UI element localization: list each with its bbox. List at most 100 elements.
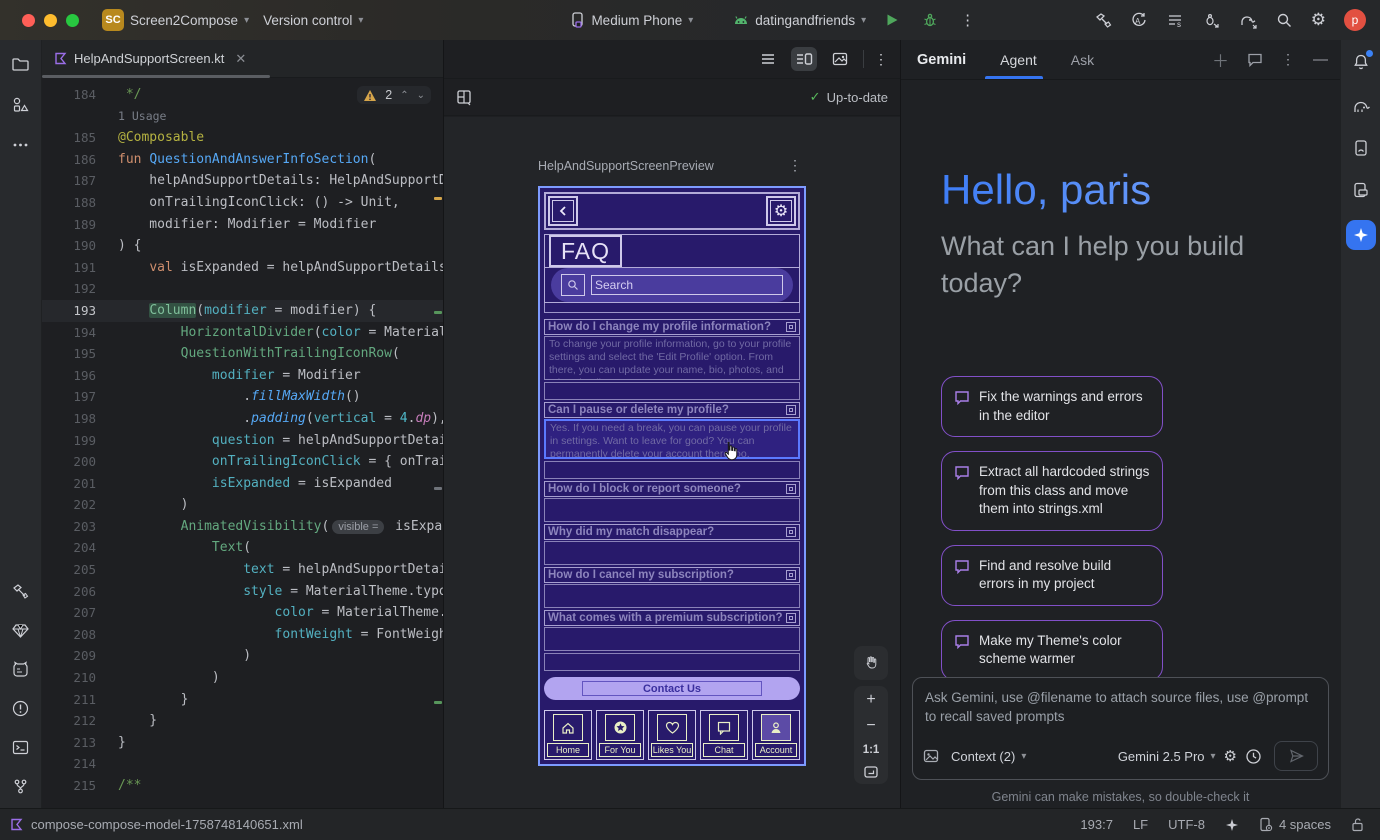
code-line[interactable]: 207 color = MaterialTheme. <box>42 602 443 624</box>
zoom-to-fit-button[interactable] <box>864 766 878 778</box>
run-button[interactable] <box>884 12 900 28</box>
code-line[interactable]: 1 Usage <box>42 106 443 128</box>
settings-button[interactable]: ⚙ <box>766 196 796 226</box>
gemini-tool-button[interactable] <box>1346 220 1376 250</box>
gradle-sync-icon[interactable] <box>1238 11 1258 29</box>
preview-name-label[interactable]: HelpAndSupportScreenPreview <box>538 159 714 173</box>
code-view-button[interactable] <box>755 47 781 71</box>
search-icon[interactable] <box>1276 12 1293 29</box>
code-line[interactable]: 212 } <box>42 710 443 732</box>
faq-answer[interactable] <box>544 541 800 565</box>
user-avatar[interactable]: p <box>1344 9 1366 31</box>
device-selector[interactable]: Medium Phone ▾ <box>571 12 693 28</box>
debug-button[interactable] <box>922 12 938 28</box>
panel-options-icon[interactable]: ⋮ <box>1281 51 1295 68</box>
faq-question-row[interactable]: How do I block or report someone? <box>544 481 800 497</box>
faq-answer[interactable]: To change your profile information, go t… <box>544 336 800 380</box>
terminal-icon[interactable] <box>7 733 35 761</box>
indent-setting[interactable]: 4 spaces <box>1259 817 1331 832</box>
code-line[interactable]: 197 .fillMaxWidth() <box>42 386 443 408</box>
app-quality-insights-icon[interactable] <box>7 616 35 644</box>
code-line[interactable]: 205 text = helpAndSupportDetai <box>42 559 443 581</box>
nav-item-chat[interactable]: Chat <box>700 710 748 760</box>
faq-answer[interactable] <box>544 584 800 608</box>
vcs-menu[interactable]: Version control ▾ <box>263 13 363 28</box>
settings-gear-icon[interactable]: ⚙ <box>1311 10 1326 30</box>
faq-question-row[interactable]: Why did my match disappear? <box>544 524 800 540</box>
prev-problem-icon[interactable]: ⌃ <box>400 90 408 101</box>
code-line[interactable]: 196 modifier = Modifier <box>42 365 443 387</box>
build-tool-icon[interactable] <box>7 577 35 605</box>
window-zoom-button[interactable] <box>66 14 79 27</box>
tab-ask[interactable]: Ask <box>1071 40 1094 79</box>
expand-toggle-icon[interactable] <box>786 405 796 415</box>
split-view-button[interactable] <box>791 47 817 71</box>
code-line[interactable]: 191 val isExpanded = helpAndSupportDetai… <box>42 257 443 279</box>
code-line[interactable]: 213} <box>42 732 443 754</box>
new-chat-icon[interactable]: ＋ <box>1212 47 1229 72</box>
code-line[interactable]: 185@Composable <box>42 127 443 149</box>
model-dropdown[interactable]: Gemini 2.5 Pro ▾ <box>1118 749 1216 764</box>
version-control-icon[interactable] <box>7 772 35 800</box>
search-input[interactable]: Search <box>591 275 783 295</box>
code-line[interactable]: 204 Text( <box>42 537 443 559</box>
window-minimize-button[interactable] <box>44 14 57 27</box>
editor-horizontal-scrollbar[interactable] <box>42 75 270 78</box>
gradle-icon[interactable] <box>1347 92 1375 120</box>
nav-item-account[interactable]: Account <box>752 710 800 760</box>
more-actions-button[interactable]: ⋮ <box>960 11 976 29</box>
search-bar[interactable]: Search <box>551 268 793 302</box>
faq-answer[interactable]: Yes. If you need a break, you can pause … <box>544 419 800 459</box>
zoom-1-1-button[interactable]: 1:1 <box>863 744 880 756</box>
expand-toggle-icon[interactable] <box>786 527 796 537</box>
more-tool-windows-icon[interactable] <box>7 130 35 158</box>
faq-question-row[interactable]: Can I pause or delete my profile? <box>544 402 800 418</box>
gemini-settings-icon[interactable]: ⚙ <box>1224 747 1237 765</box>
gemini-input-box[interactable]: Ask Gemini, use @filename to attach sour… <box>912 677 1329 780</box>
expand-toggle-icon[interactable] <box>786 484 796 494</box>
file-encoding[interactable]: UTF-8 <box>1168 817 1205 832</box>
faq-answer[interactable] <box>544 627 800 651</box>
code-line[interactable]: 203 AnimatedVisibility(visible = isExpan <box>42 516 443 538</box>
window-close-button[interactable] <box>22 14 35 27</box>
suggestion-card[interactable]: Fix the warnings and errors in the edito… <box>941 376 1163 437</box>
expand-toggle-icon[interactable] <box>786 570 796 580</box>
suggestion-card[interactable]: Find and resolve build errors in my proj… <box>941 545 1163 606</box>
suggestion-card[interactable]: Extract all hardcoded strings from this … <box>941 451 1163 531</box>
tab-agent[interactable]: Agent <box>1000 40 1037 79</box>
code-line[interactable]: 209 ) <box>42 645 443 667</box>
notifications-bell-icon[interactable] <box>1347 48 1375 76</box>
contact-us-button[interactable]: Contact Us <box>544 677 800 700</box>
code-line[interactable]: 199 question = helpAndSupportDetai <box>42 430 443 452</box>
history-icon[interactable] <box>1245 748 1262 765</box>
code-line[interactable]: 195 QuestionWithTrailingIconRow( <box>42 343 443 365</box>
hide-panel-icon[interactable]: — <box>1313 51 1328 68</box>
code-line[interactable]: 192 <box>42 278 443 300</box>
code-line[interactable]: 194 HorizontalDivider(color = Material <box>42 322 443 344</box>
code-line[interactable]: 189 modifier: Modifier = Modifier <box>42 214 443 236</box>
faq-question-row[interactable]: How do I cancel my subscription? <box>544 567 800 583</box>
chat-history-icon[interactable] <box>1247 52 1263 67</box>
project-tool-icon[interactable] <box>7 50 35 78</box>
faq-question-row[interactable]: What comes with a premium subscription? <box>544 610 800 626</box>
faq-question-row[interactable]: How do I change my profile information? <box>544 319 800 335</box>
code-line[interactable]: 190) { <box>42 235 443 257</box>
expand-toggle-icon[interactable] <box>786 613 796 623</box>
next-problem-icon[interactable]: ⌄ <box>417 90 425 101</box>
expand-toggle-icon[interactable] <box>786 322 796 332</box>
inspections-widget[interactable]: 2 ⌃ ⌄ <box>357 86 431 104</box>
context-dropdown[interactable]: Context (2) ▾ <box>951 749 1026 764</box>
phone-preview[interactable]: ⚙ FAQ Search How do I change my profile … <box>538 186 806 766</box>
preview-canvas[interactable]: HelpAndSupportScreenPreview ⋮ ⚙ FAQ Sear… <box>444 117 900 808</box>
code-line[interactable]: 201 isExpanded = isExpanded <box>42 473 443 495</box>
line-ending[interactable]: LF <box>1133 817 1148 832</box>
attach-image-icon[interactable] <box>923 749 939 763</box>
code-line[interactable]: 198 .padding(vertical = 4.dp), <box>42 408 443 430</box>
zoom-out-button[interactable]: − <box>866 718 875 734</box>
code-line[interactable]: 186fun QuestionAndAnswerInfoSection( <box>42 149 443 171</box>
build-icon[interactable] <box>1094 11 1112 29</box>
sparkle-icon[interactable] <box>1225 818 1239 832</box>
nav-item-for-you[interactable]: For You <box>596 710 644 760</box>
code-line[interactable]: 208 fontWeight = FontWeigh <box>42 624 443 646</box>
back-button[interactable] <box>548 196 578 226</box>
